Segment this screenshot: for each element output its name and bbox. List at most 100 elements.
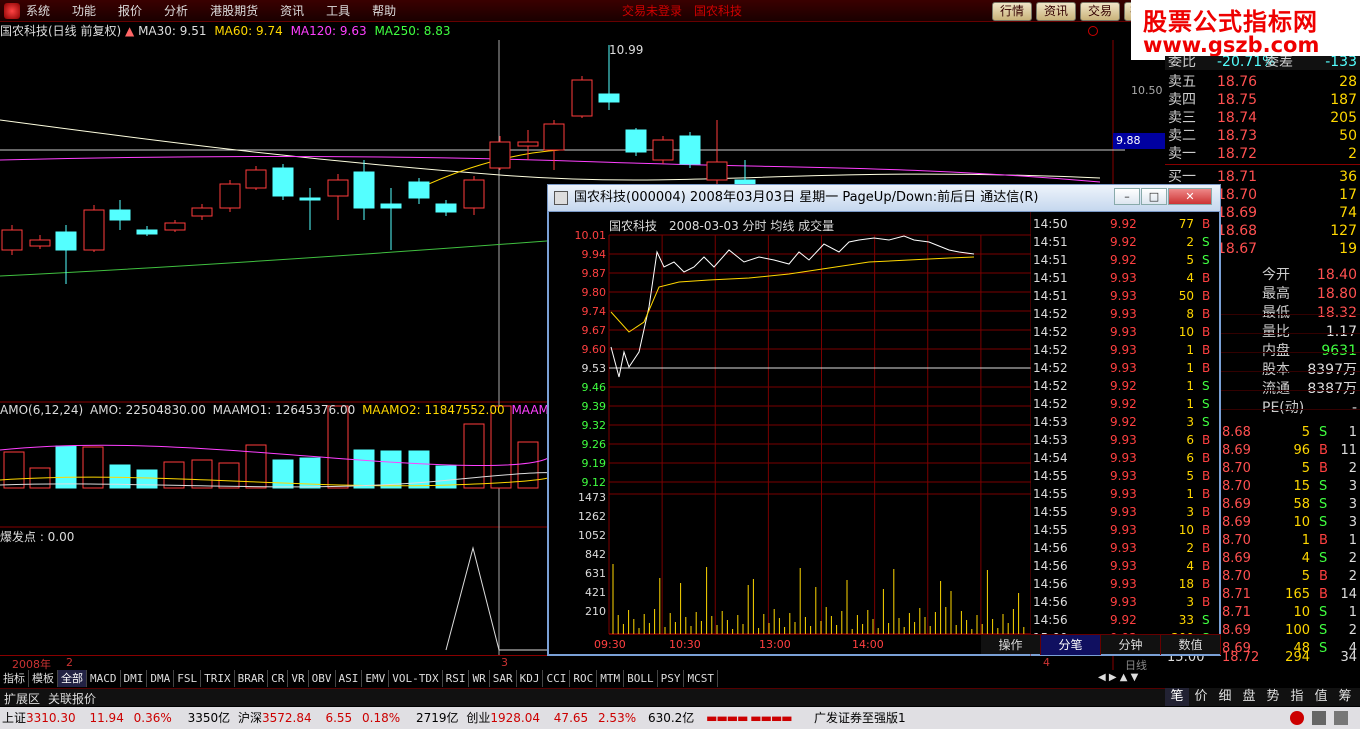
indicator-tab-dmi[interactable]: DMI xyxy=(121,670,148,687)
tick-direction: B xyxy=(1202,433,1211,447)
tick-direction: S xyxy=(1319,623,1328,638)
indicator-tab-boll[interactable]: BOLL xyxy=(624,670,658,687)
indicator-tab-fsl[interactable]: FSL xyxy=(174,670,202,687)
intraday-avg-line xyxy=(610,256,975,333)
tab-ticks[interactable]: 分笔 xyxy=(1041,635,1101,655)
panel-switch-7[interactable]: 筹 xyxy=(1333,688,1357,706)
quote-button[interactable]: 行情 xyxy=(992,2,1032,21)
settings-circle-icon[interactable] xyxy=(1088,26,1098,36)
tick-price: 9.93 xyxy=(1110,325,1137,339)
popup-tick-row: 14:52 9.93 8 B xyxy=(1033,305,1217,323)
indicator-tab-kdj[interactable]: KDJ xyxy=(517,670,544,687)
tab-related-quotes[interactable]: 关联报价 xyxy=(48,690,96,707)
indicator-tab-sar[interactable]: SAR xyxy=(490,670,517,687)
tick-volume: 77 xyxy=(1178,217,1194,231)
date-label-mar: 3 xyxy=(501,656,508,669)
panel-switch-2[interactable]: 细 xyxy=(1213,688,1237,706)
tab-operate[interactable]: 操作 xyxy=(981,635,1041,655)
indicator-tab-vr[interactable]: VR xyxy=(288,670,309,687)
tick-time: 14:56 xyxy=(1033,559,1068,573)
panel-switch-3[interactable]: 盘 xyxy=(1237,688,1261,706)
price-axis-label-1050: 10.50 xyxy=(1131,84,1163,97)
tick-direction: B xyxy=(1202,577,1211,591)
tick-volume: 2 xyxy=(1186,541,1194,555)
menu-item-0[interactable]: 系统 xyxy=(26,0,50,22)
tick-direction: B xyxy=(1319,533,1328,548)
amo-bar-8 xyxy=(218,462,240,489)
popup-tick-row: 14:56 9.92 33 S xyxy=(1033,611,1217,629)
trade-button[interactable]: 交易 xyxy=(1080,2,1120,21)
indicator-tab-全部[interactable]: 全部 xyxy=(58,670,87,687)
indicator-tab-模板[interactable]: 模板 xyxy=(29,670,58,687)
tab-values[interactable]: 数值 xyxy=(1161,635,1221,655)
intraday-vol-label-left-0: 1473 xyxy=(578,491,606,504)
indicator-tab-cci[interactable]: CCI xyxy=(543,670,571,687)
menu-item-1[interactable]: 功能 xyxy=(72,0,96,22)
panel-switch-1[interactable]: 价 xyxy=(1189,688,1213,706)
stat-value: 18.40 xyxy=(1316,267,1357,283)
indicator-tab-指标[interactable]: 指标 xyxy=(0,670,29,687)
indicator-tab-emv[interactable]: EMV xyxy=(362,670,390,687)
indicator-tab-vol-tdx[interactable]: VOL-TDX xyxy=(389,670,443,687)
panel-switch-4[interactable]: 势 xyxy=(1261,688,1285,706)
menu-item-6[interactable]: 工具 xyxy=(326,0,350,22)
indicator-tab-brar[interactable]: BRAR xyxy=(235,670,269,687)
close-button[interactable]: ✕ xyxy=(1168,188,1212,205)
sell-level-price: 18.75 xyxy=(1217,92,1258,108)
indicator-tab-mcst[interactable]: MCST xyxy=(684,670,718,687)
news-button[interactable]: 资讯 xyxy=(1036,2,1076,21)
intraday-popup-window[interactable]: 国农科技(000004) 2008年03月03日 星期一 PageUp/Down… xyxy=(547,184,1221,656)
indicator-tab-mtm[interactable]: MTM xyxy=(597,670,625,687)
tick-direction: S xyxy=(1202,235,1210,249)
tab-extension-area[interactable]: 扩展区 xyxy=(4,690,40,707)
candle-body-10 xyxy=(272,167,294,197)
sh-index-label: 上证 xyxy=(2,711,27,725)
tab-minutes[interactable]: 分钟 xyxy=(1101,635,1161,655)
indicator-tab-obv[interactable]: OBV xyxy=(309,670,336,687)
indicator-tab-asi[interactable]: ASI xyxy=(336,670,363,687)
intraday-price-line xyxy=(610,235,975,378)
indicator-tab-psy[interactable]: PSY xyxy=(658,670,685,687)
sz-index-label: 沪深 xyxy=(237,711,262,725)
intraday-time-label-1: 10:30 xyxy=(669,638,701,651)
tick-volume: 4 xyxy=(1186,271,1194,285)
popup-tick-row: 14:55 9.93 1 B xyxy=(1033,485,1217,503)
candle-body-8 xyxy=(219,183,241,209)
popup-titlebar[interactable]: 国农科技(000004) 2008年03月03日 星期一 PageUp/Down… xyxy=(547,184,1221,212)
ma120-label: MA120: 9.63 xyxy=(290,24,367,38)
buy-level-price: 18.67 xyxy=(1217,241,1258,257)
panel-switch-6[interactable]: 值 xyxy=(1309,688,1333,706)
sell-level-volume: 2 xyxy=(1348,146,1357,162)
menu-item-2[interactable]: 报价 xyxy=(118,0,142,22)
buy-level-volume: 17 xyxy=(1339,187,1357,203)
indicator-tab-cr[interactable]: CR xyxy=(268,670,289,687)
indicator-tab-trix[interactable]: TRIX xyxy=(201,670,235,687)
panel-switch-5[interactable]: 指 xyxy=(1285,688,1309,706)
indicator-tab-macd[interactable]: MACD xyxy=(87,670,121,687)
info-icon[interactable] xyxy=(1312,711,1326,725)
intraday-vol-label-left-1: 1262 xyxy=(578,510,606,523)
tick-volume: 10 xyxy=(1293,605,1310,620)
amo-bar-7 xyxy=(191,459,213,489)
status-bar: 上证3310.30 11.94 0.36% 3350亿 沪深3572.84 6.… xyxy=(0,707,1360,729)
tick-price: 8.69 xyxy=(1222,443,1251,458)
sell-level-price: 18.74 xyxy=(1217,110,1258,126)
scroll-arrows-icon[interactable]: ◀ ▶ ▲ ▼ xyxy=(1098,672,1138,683)
indicator-tab-roc[interactable]: ROC xyxy=(570,670,598,687)
candle-body-3 xyxy=(83,209,105,251)
tick-row: 8.69 58 S 3 xyxy=(1222,496,1360,514)
indicator-tab-rsi[interactable]: RSI xyxy=(443,670,470,687)
indicator-tab-wr[interactable]: WR xyxy=(469,670,490,687)
tray-icon[interactable] xyxy=(1334,711,1348,725)
indicator-tab-dma[interactable]: DMA xyxy=(147,670,175,687)
menu-item-5[interactable]: 资讯 xyxy=(280,0,304,22)
intraday-price-label-6: 9.60 xyxy=(582,343,607,356)
tick-direction: B xyxy=(1319,587,1328,602)
menu-item-4[interactable]: 港股期货 xyxy=(210,0,258,22)
menu-item-7[interactable]: 帮助 xyxy=(372,0,396,22)
panel-switch-0[interactable]: 笔 xyxy=(1165,688,1189,706)
tick-count: 3 xyxy=(1348,515,1357,530)
minimize-button[interactable]: – xyxy=(1114,188,1140,205)
menu-item-3[interactable]: 分析 xyxy=(164,0,188,22)
maximize-button[interactable]: □ xyxy=(1141,188,1167,205)
